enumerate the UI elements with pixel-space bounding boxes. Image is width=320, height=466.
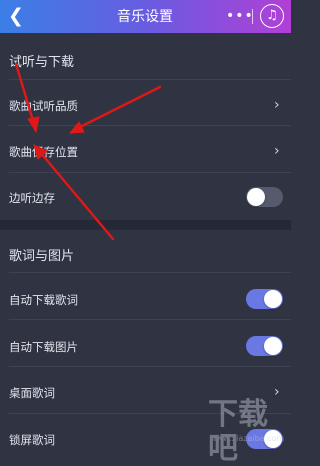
back-icon[interactable]: ❮ [8, 6, 26, 26]
row-label-save-location[interactable]: 歌曲保存位置 [9, 144, 78, 160]
annotation-arrow [74, 85, 162, 131]
watermark-logo: 下载吧 [208, 397, 268, 466]
row-label-auto-download-lyrics: 自动下载歌词 [9, 293, 78, 307]
top-bar: ❮ 音乐设置 ••• ♫ [0, 0, 291, 33]
more-options-icon[interactable]: ••• [226, 6, 253, 26]
divider [9, 172, 291, 173]
divider [9, 125, 291, 126]
annotation-arrow [14, 62, 36, 126]
toggle-auto-download-lyrics[interactable] [246, 289, 283, 309]
page-title: 音乐设置 [117, 9, 173, 25]
chevron-right-icon[interactable]: › [274, 385, 284, 399]
watermark-url: www.xiazaiba.com [210, 434, 285, 443]
divider [9, 366, 291, 367]
section-title-lyrics-images: 歌词与图片 [9, 249, 75, 264]
toggle-knob [264, 337, 282, 355]
toggle-knob [264, 290, 282, 308]
toggle-auto-download-images[interactable] [246, 336, 283, 356]
row-label-desktop-lyrics[interactable]: 桌面歌词 [9, 385, 55, 401]
divider [9, 319, 291, 320]
header-divider [252, 9, 253, 24]
divider [9, 79, 291, 80]
row-label-auto-download-images: 自动下载图片 [9, 340, 78, 354]
toggle-knob [247, 188, 265, 206]
chevron-right-icon[interactable]: › [274, 98, 284, 112]
music-note-icon[interactable]: ♫ [260, 4, 284, 28]
row-label-preview-quality[interactable]: 歌曲试听品质 [9, 98, 78, 114]
chevron-right-icon[interactable]: › [274, 144, 284, 158]
section-title-listen-download: 试听与下载 [9, 55, 75, 70]
row-label-lockscreen-lyrics: 锁屏歌词 [9, 433, 55, 447]
watermark: 下载吧 www.xiazaiba.com [208, 398, 291, 466]
row-label-cache-while-playing: 边听边存 [9, 191, 55, 205]
toggle-cache-while-playing[interactable] [246, 187, 283, 207]
divider [9, 272, 291, 273]
annotation-arrowhead [68, 121, 85, 134]
section-spacer [0, 220, 291, 230]
